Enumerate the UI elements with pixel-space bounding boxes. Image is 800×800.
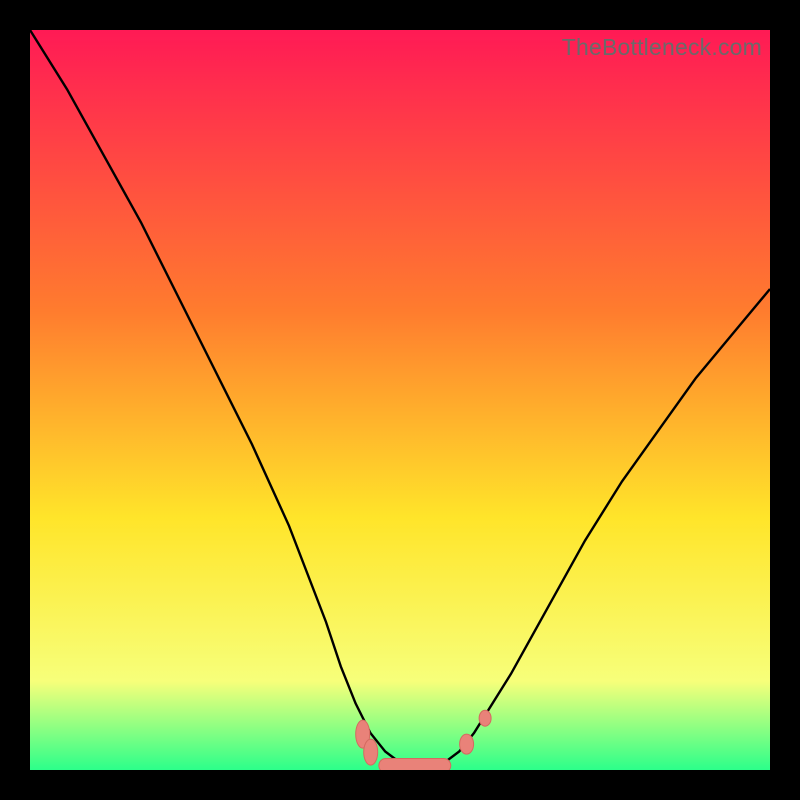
watermark-text: TheBottleneck.com <box>562 34 762 61</box>
marker-valley <box>379 759 451 770</box>
gradient-background <box>30 30 770 770</box>
marker-left-bottom <box>364 739 378 765</box>
marker-right-low <box>460 734 474 754</box>
chart-frame: TheBottleneck.com <box>30 30 770 770</box>
marker-right-high <box>479 710 491 726</box>
chart-svg <box>30 30 770 770</box>
